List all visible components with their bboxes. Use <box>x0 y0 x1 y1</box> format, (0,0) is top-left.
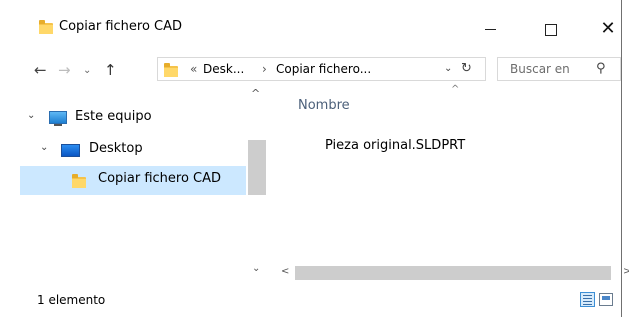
folder-icon <box>39 20 53 34</box>
column-header-nombre[interactable]: Nombre <box>298 98 350 113</box>
minimize-icon <box>484 29 496 30</box>
file-explorer-window: Copiar fichero CAD ✕ ← → ⌄ ↑ « Desk... ›… <box>0 0 629 317</box>
minimize-button[interactable] <box>467 14 513 44</box>
title-bar[interactable]: Copiar fichero CAD ✕ <box>0 0 621 56</box>
address-bar[interactable]: « Desk... › Copiar fichero... ⌄ ↻ <box>157 57 486 81</box>
maximize-button[interactable] <box>528 14 574 44</box>
tree-item-este-equipo[interactable]: ⌄ Este equipo <box>20 104 245 132</box>
nav-pane-vertical-scrollbar[interactable]: ^ ⌄ <box>246 86 268 282</box>
expand-chevron-icon[interactable]: ⌄ <box>40 142 48 153</box>
status-bar: 1 elemento <box>0 283 621 317</box>
breadcrumb-current-folder[interactable]: Copiar fichero... <box>276 62 371 76</box>
tree-item-label: Copiar fichero CAD <box>98 171 222 186</box>
item-count: 1 elemento <box>37 293 106 307</box>
scroll-down-icon[interactable]: ⌄ <box>252 263 260 274</box>
details-view-icon[interactable] <box>580 292 595 307</box>
search-placeholder: Buscar en <box>510 62 570 76</box>
close-icon: ✕ <box>600 18 616 39</box>
sort-ascending-icon[interactable]: ^ <box>451 84 459 95</box>
scrollbar-thumb[interactable] <box>295 266 611 280</box>
computer-icon <box>49 111 67 126</box>
scroll-right-icon[interactable]: > <box>623 266 629 277</box>
file-name: Pieza original.SLDPRT <box>325 138 466 153</box>
horizontal-scrollbar[interactable]: < > <box>268 264 629 282</box>
up-arrow-icon[interactable]: ↑ <box>104 61 117 79</box>
back-arrow-icon[interactable]: ← <box>34 61 47 79</box>
address-overflow-icon[interactable]: « <box>190 62 197 76</box>
search-input[interactable]: Buscar en ⚲ <box>497 57 621 81</box>
refresh-icon[interactable]: ↻ <box>461 61 472 76</box>
tree-item-desktop[interactable]: ⌄ Desktop <box>20 136 245 164</box>
folder-icon <box>72 174 86 188</box>
list-item[interactable]: Pieza original.SLDPRT <box>325 138 465 153</box>
tree-item-label: Este equipo <box>75 109 152 124</box>
expand-chevron-icon[interactable]: ⌄ <box>27 110 35 121</box>
tree-item-label: Desktop <box>89 141 143 156</box>
recent-locations-chevron-icon[interactable]: ⌄ <box>83 65 91 76</box>
scroll-up-icon[interactable]: ^ <box>251 87 260 100</box>
folder-icon <box>164 63 178 77</box>
breadcrumb-separator-icon[interactable]: › <box>262 62 267 76</box>
scroll-left-icon[interactable]: < <box>281 266 289 277</box>
search-icon[interactable]: ⚲ <box>596 61 606 76</box>
breadcrumb-desktop[interactable]: Desk... <box>203 62 244 76</box>
window-title: Copiar fichero CAD <box>59 19 183 34</box>
navigation-bar: ← → ⌄ ↑ « Desk... › Copiar fichero... ⌄ … <box>0 56 621 86</box>
tree-item-copiar-fichero-cad[interactable]: Copiar fichero CAD <box>20 166 246 195</box>
address-dropdown-icon[interactable]: ⌄ <box>444 63 452 74</box>
close-button[interactable]: ✕ <box>585 14 629 44</box>
file-list: ^ Nombre Pieza original.SLDPRT < > <box>268 84 629 282</box>
scrollbar-thumb[interactable] <box>248 140 266 195</box>
desktop-icon <box>61 144 80 157</box>
forward-arrow-icon[interactable]: → <box>58 61 71 79</box>
navigation-pane: ⌄ Este equipo ⌄ Desktop Copiar fichero C… <box>20 86 246 282</box>
maximize-icon <box>545 23 557 36</box>
large-icons-view-icon[interactable] <box>599 293 613 306</box>
